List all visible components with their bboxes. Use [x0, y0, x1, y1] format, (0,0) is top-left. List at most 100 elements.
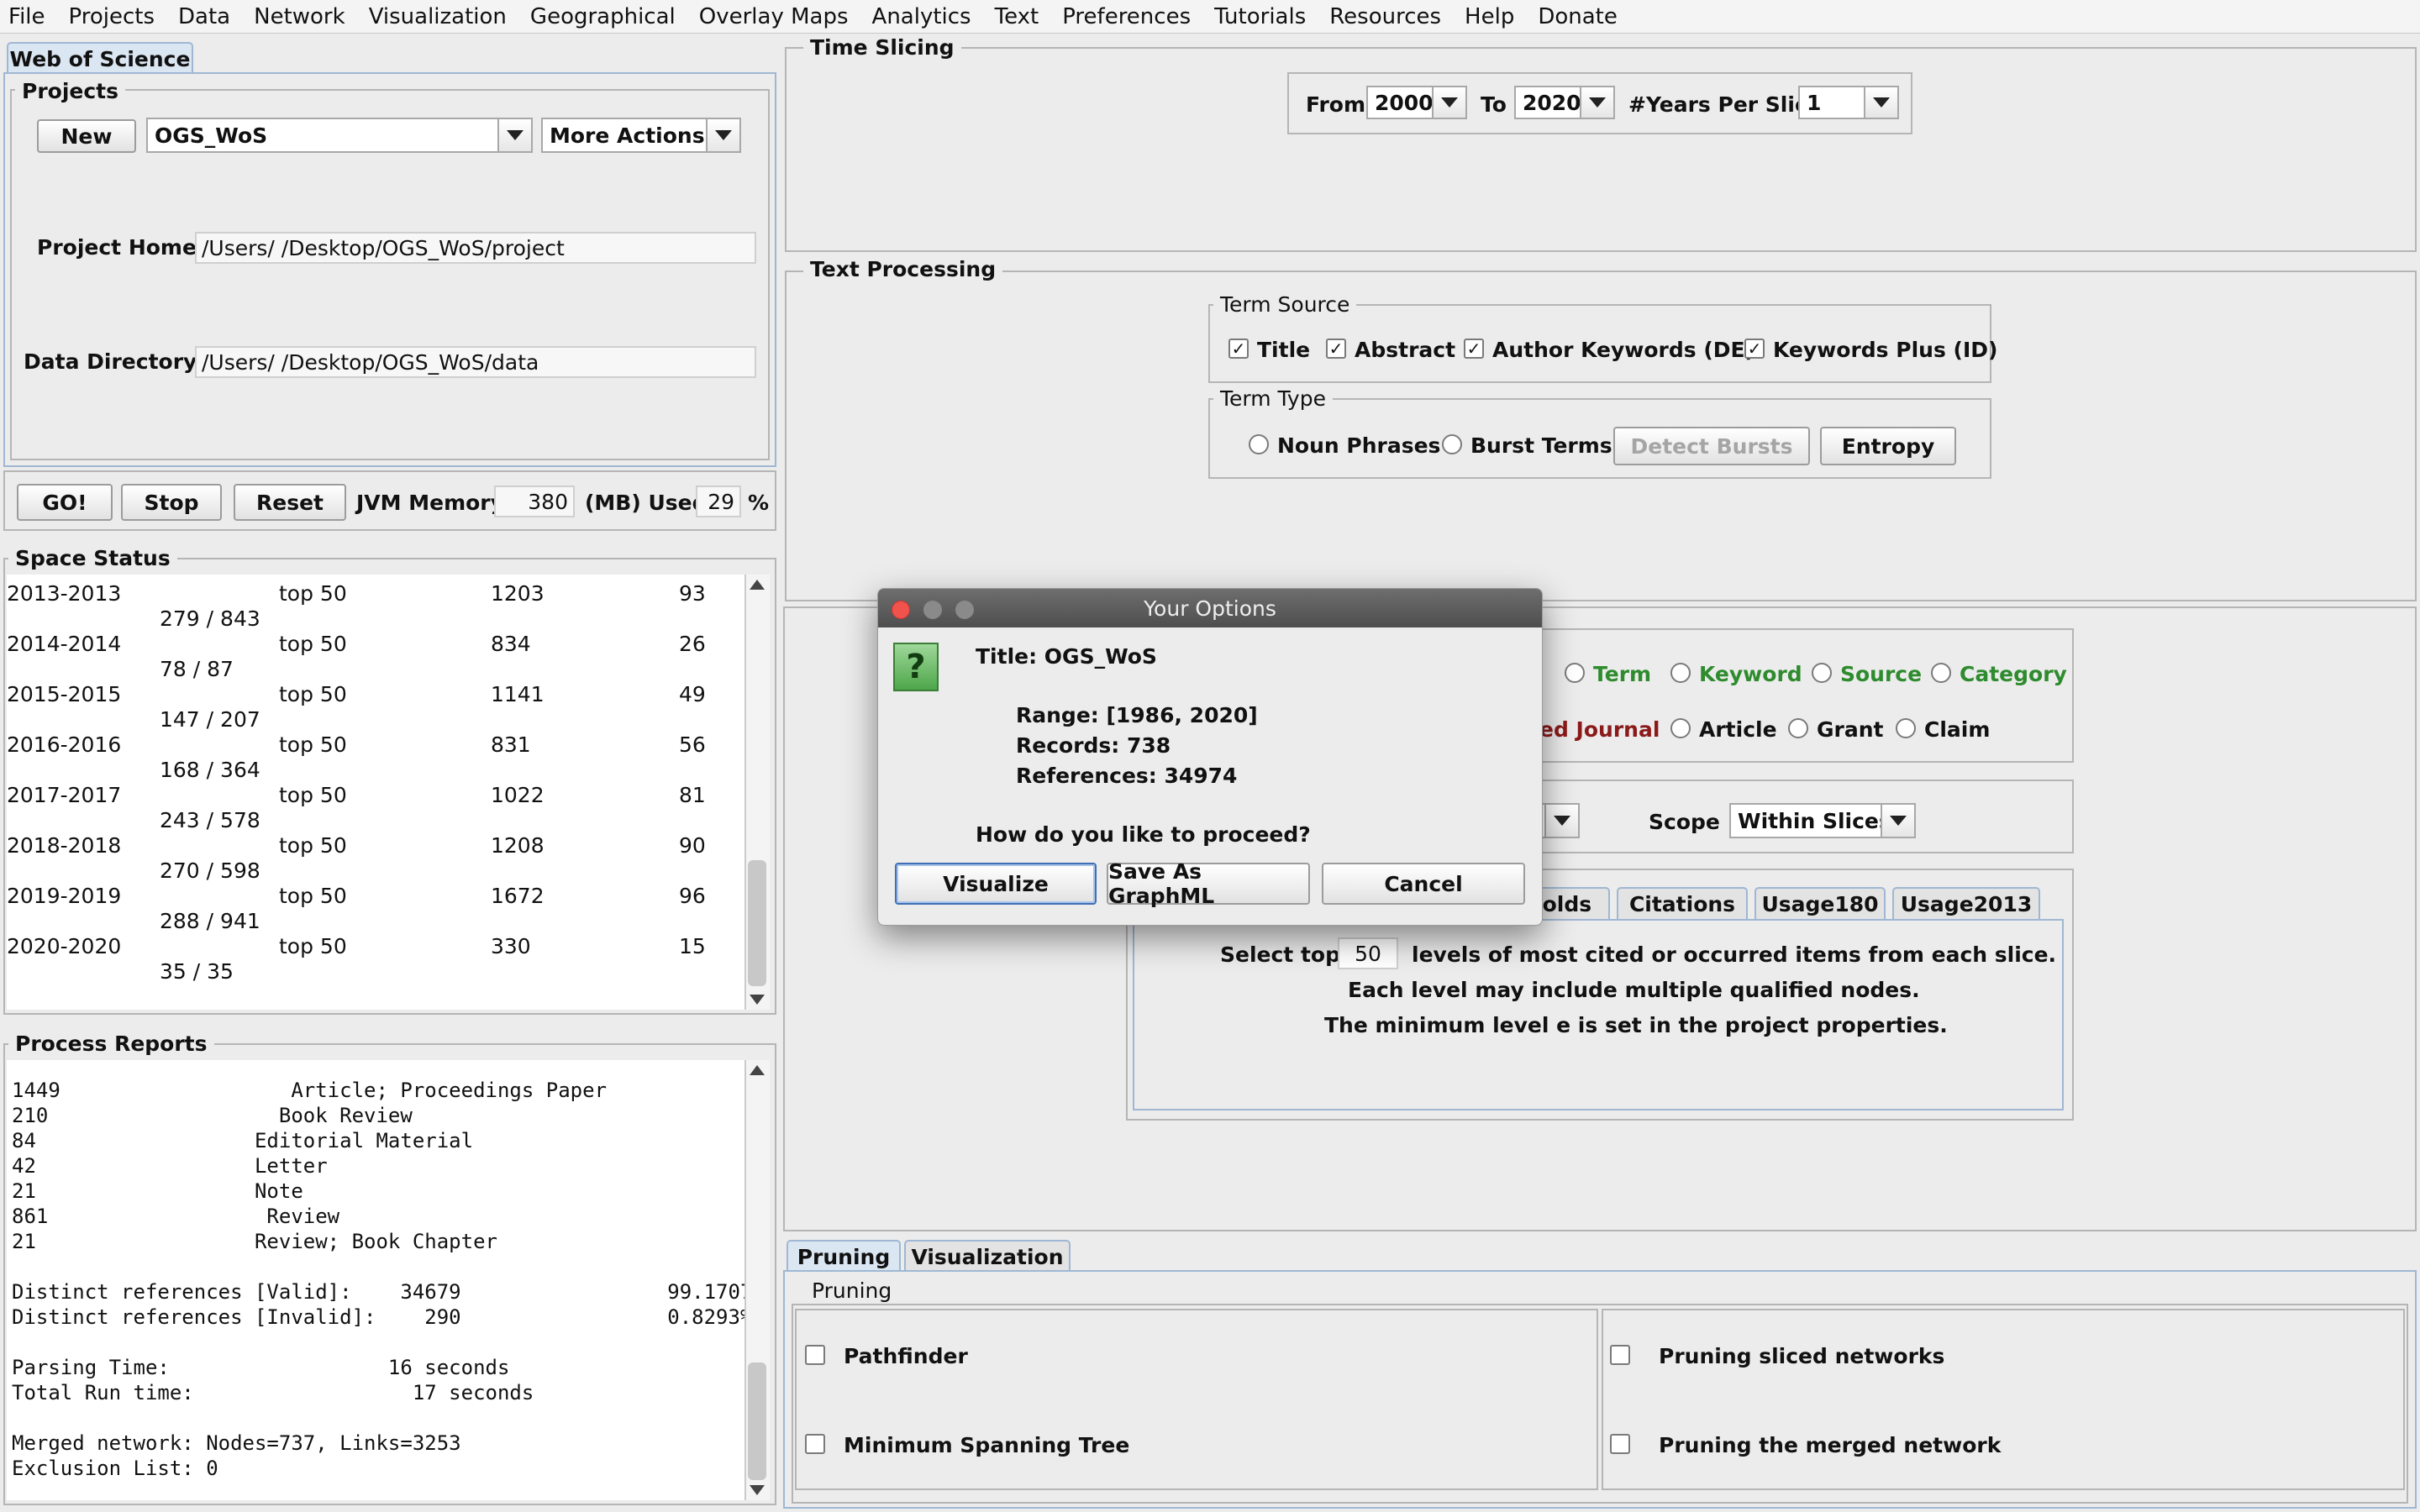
tab-usage180[interactable]: Usage180 — [1754, 887, 1886, 919]
entropy-label: Entropy — [1841, 433, 1935, 459]
zoom-icon[interactable] — [955, 601, 974, 619]
entropy-button[interactable]: Entropy — [1820, 427, 1956, 465]
tab-label: Citations — [1628, 891, 1736, 916]
select-top-input[interactable]: 50 — [1338, 937, 1398, 969]
noun-phrases-radio[interactable] — [1249, 434, 1269, 454]
node-type-grant-radio[interactable] — [1788, 718, 1808, 738]
dialog-references: References: 34974 — [1016, 764, 1238, 788]
menu-preferences[interactable]: Preferences — [1062, 4, 1191, 29]
save-graphml-button[interactable]: Save As GraphML — [1107, 859, 1310, 908]
scroll-up-icon — [750, 580, 765, 590]
space-row-top: top 50 — [279, 934, 347, 958]
minimize-icon[interactable] — [923, 601, 942, 619]
time-slicing-legend: Time Slicing — [803, 35, 961, 60]
pruning-merged-label: Pruning the merged network — [1659, 1433, 2002, 1457]
space-row-c: 168 / 364 — [160, 758, 260, 782]
scope-select[interactable]: Within Slices — [1729, 803, 1916, 838]
space-row-top: top 50 — [279, 732, 347, 757]
detect-bursts-button[interactable]: Detect Bursts — [1613, 427, 1810, 465]
node-type-keyword-radio[interactable] — [1670, 663, 1691, 683]
data-directory-field[interactable]: /Users/ /Desktop/OGS_WoS/data — [195, 346, 756, 378]
node-type-category-radio[interactable] — [1931, 663, 1951, 683]
tab-visualization[interactable]: Visualization — [904, 1240, 1071, 1272]
menu-donate[interactable]: Donate — [1538, 4, 1618, 29]
project-home-field[interactable]: /Users/ /Desktop/OGS_WoS/project — [195, 232, 756, 264]
menu-help[interactable]: Help — [1465, 4, 1514, 29]
scroll-down-icon — [750, 1485, 765, 1495]
chevron-down-icon — [1881, 805, 1914, 837]
pathfinder-checkbox[interactable] — [805, 1345, 825, 1365]
author-keywords-checkbox[interactable]: ✓ — [1464, 339, 1484, 359]
node-type-category-label: Category — [1960, 662, 2067, 686]
menu-tutorials[interactable]: Tutorials — [1214, 4, 1306, 29]
pruning-sliced-checkbox[interactable] — [1610, 1345, 1630, 1365]
node-type-source-radio[interactable] — [1812, 663, 1832, 683]
scroll-thumb[interactable] — [748, 1362, 766, 1480]
space-scrollbar[interactable] — [744, 575, 770, 1010]
data-directory-label: Data Directory: — [24, 349, 206, 374]
noun-phrases-label: Noun Phrases — [1277, 433, 1441, 458]
menu-overlay-maps[interactable]: Overlay Maps — [699, 4, 849, 29]
menu-data[interactable]: Data — [178, 4, 230, 29]
node-type-grant-label: Grant — [1817, 717, 1884, 742]
jvm-memory-value: 380 — [494, 486, 575, 517]
project-select[interactable]: OGS_WoS — [146, 118, 533, 153]
node-type-claim-radio[interactable] — [1896, 718, 1916, 738]
dialog-question: How do you like to proceed? — [976, 822, 1311, 847]
report-line: 21 Review; Book Chapter — [12, 1230, 497, 1253]
process-reports-text[interactable]: 1449 Article; Proceedings Paper 210 Book … — [7, 1060, 744, 1500]
space-row-slice: 2015-2015 — [7, 682, 122, 706]
from-year-select[interactable]: 2000 — [1366, 86, 1467, 119]
menu-analytics[interactable]: Analytics — [872, 4, 971, 29]
stop-label: Stop — [144, 490, 199, 515]
close-icon[interactable] — [892, 601, 910, 619]
report-line: 42 Letter — [12, 1154, 328, 1178]
process-reports-legend: Process Reports — [8, 1032, 214, 1056]
report-line: Parsing Time: 16 seconds — [12, 1356, 510, 1379]
menu-resources[interactable]: Resources — [1329, 4, 1441, 29]
menu-file[interactable]: File — [8, 4, 45, 29]
space-row-a: 831 — [491, 732, 531, 757]
to-year-select[interactable]: 2020 — [1514, 86, 1615, 119]
tab-usage2013[interactable]: Usage2013 — [1892, 887, 2040, 919]
years-per-slice-label: #Years Per Slice — [1628, 92, 1822, 117]
menu-text[interactable]: Text — [995, 4, 1039, 29]
save-graphml-label: Save As GraphML — [1108, 859, 1215, 908]
menu-projects[interactable]: Projects — [69, 4, 155, 29]
burst-terms-radio[interactable] — [1442, 434, 1462, 454]
visualize-button[interactable]: Visualize — [895, 863, 1097, 905]
more-actions-select[interactable]: More Actions ... — [541, 118, 741, 153]
chevron-down-icon — [1432, 87, 1465, 118]
go-button[interactable]: GO! — [17, 484, 113, 521]
stop-button[interactable]: Stop — [121, 484, 222, 521]
menu-geographical[interactable]: Geographical — [530, 4, 676, 29]
term-type-legend: Term Type — [1213, 386, 1333, 411]
scroll-thumb[interactable] — [748, 860, 766, 986]
mst-checkbox[interactable] — [805, 1434, 825, 1454]
menu-visualization[interactable]: Visualization — [369, 4, 507, 29]
node-type-source-label: Source — [1840, 662, 1923, 686]
space-row-c: 279 / 843 — [160, 606, 260, 631]
space-row-top: top 50 — [279, 632, 347, 656]
abstract-checkbox[interactable]: ✓ — [1326, 339, 1346, 359]
space-row-c: 243 / 578 — [160, 808, 260, 832]
reset-button[interactable]: Reset — [234, 484, 346, 521]
reports-scrollbar[interactable] — [744, 1060, 770, 1500]
pruning-merged-checkbox[interactable] — [1610, 1434, 1630, 1454]
cancel-button[interactable]: Cancel — [1322, 863, 1525, 905]
menu-network[interactable]: Network — [254, 4, 345, 29]
node-type-keyword-label: Keyword — [1699, 662, 1802, 686]
space-status-list[interactable]: 2013-2013 top 50 1203 93 279 / 843 2014-2014 t… — [7, 575, 744, 1010]
node-type-term-radio[interactable] — [1565, 663, 1585, 683]
tab-pruning[interactable]: Pruning — [786, 1240, 901, 1272]
title-checkbox[interactable]: ✓ — [1228, 339, 1249, 359]
levels-note: Each level may include multiple qualifie… — [1348, 978, 1920, 1002]
tab-web-of-science[interactable]: Web of Science — [7, 42, 193, 74]
years-per-slice-select[interactable]: 1 — [1798, 86, 1899, 119]
keywords-plus-checkbox[interactable]: ✓ — [1744, 339, 1765, 359]
tab-citations[interactable]: Citations — [1617, 887, 1748, 919]
report-line: 210 Book Review — [12, 1104, 413, 1127]
node-type-article-radio[interactable] — [1670, 718, 1691, 738]
node-type-claim-label: Claim — [1924, 717, 1991, 742]
new-project-button[interactable]: New — [37, 119, 136, 153]
